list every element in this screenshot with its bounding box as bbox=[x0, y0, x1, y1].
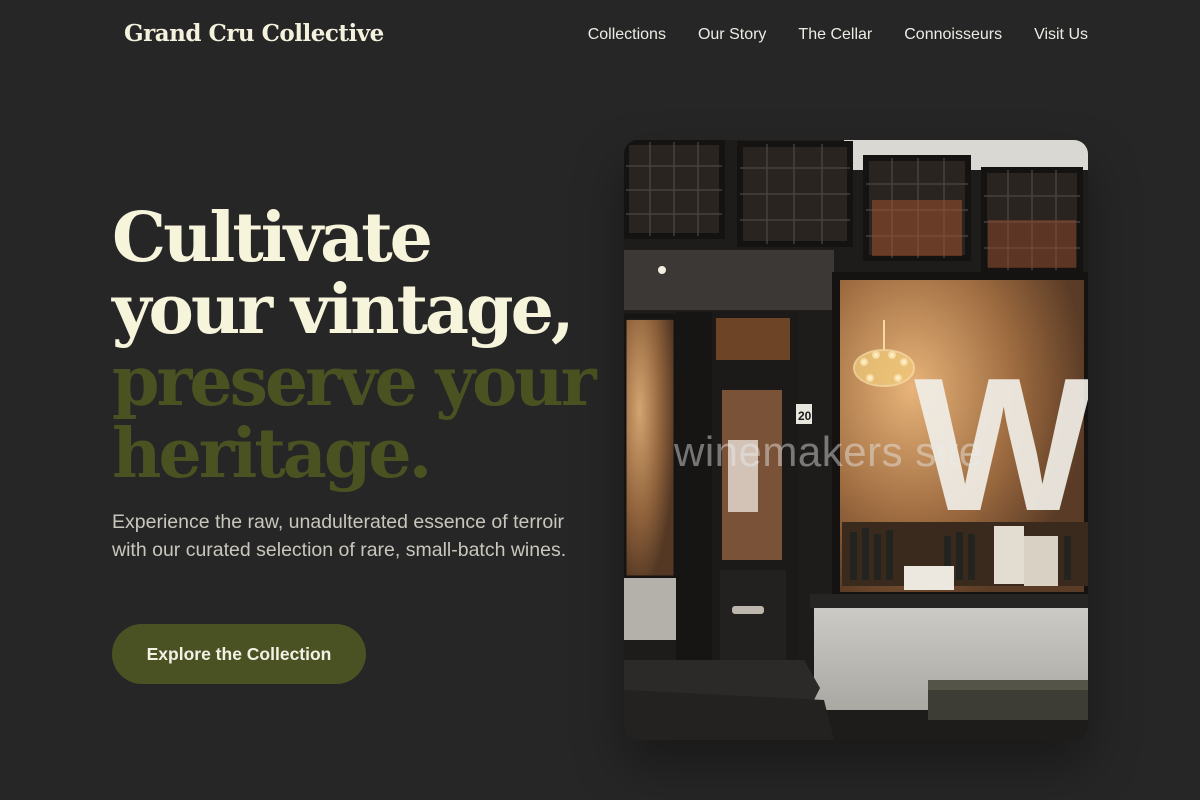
hero-description: Experience the raw, unadulterated essenc… bbox=[112, 511, 567, 561]
nav-link-our-story[interactable]: Our Story bbox=[698, 26, 766, 44]
door-number-plate: 20 bbox=[798, 409, 812, 423]
nav-link-visit-us[interactable]: Visit Us bbox=[1034, 26, 1088, 44]
headline-line-1: Cultivate bbox=[112, 198, 433, 278]
hero-headline: Cultivate your vintage, preserve your he… bbox=[112, 198, 597, 494]
explore-collection-button[interactable]: Explore the Collection bbox=[112, 624, 366, 684]
main-nav: Collections Our Story The Cellar Connois… bbox=[588, 26, 1088, 44]
storefront-photo: 20 WIJ winemakers site bbox=[624, 140, 1088, 740]
brand-logo[interactable]: Grand Cru Collective bbox=[124, 20, 384, 47]
nav-link-the-cellar[interactable]: The Cellar bbox=[798, 26, 872, 44]
headline-line-2: your vintage, bbox=[112, 270, 575, 350]
nav-link-connoisseurs[interactable]: Connoisseurs bbox=[904, 26, 1002, 44]
photo-watermark: winemakers site bbox=[674, 428, 983, 475]
headline-line-3: preserve your bbox=[112, 342, 597, 422]
nav-link-collections[interactable]: Collections bbox=[588, 26, 666, 44]
headline-line-4: heritage. bbox=[112, 414, 432, 494]
